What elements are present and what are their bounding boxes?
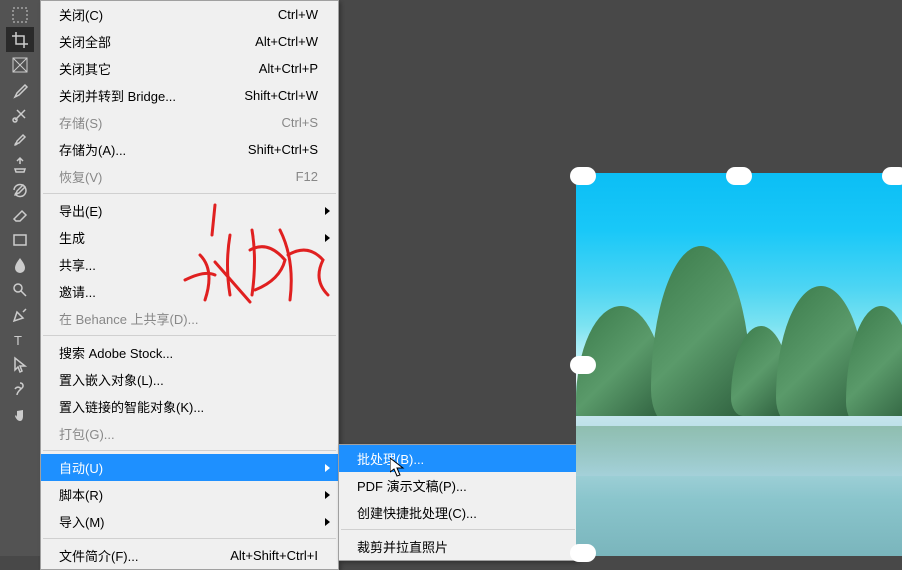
crop-handle-bottom-left[interactable] <box>570 544 596 562</box>
healing-brush-tool-icon[interactable] <box>6 102 34 127</box>
menu-item-label: 共享... <box>59 255 96 274</box>
history-brush-tool-icon[interactable] <box>6 177 34 202</box>
frame-tool-icon[interactable] <box>6 52 34 77</box>
menu-item-12: 在 Behance 上共享(D)... <box>41 305 338 332</box>
menu-separator <box>43 335 336 336</box>
menu-item-shortcut: Shift+Ctrl+W <box>244 88 318 103</box>
menu-item-9[interactable]: 生成 <box>41 224 338 251</box>
menu-item-shortcut: Ctrl+W <box>278 7 318 22</box>
image-canvas[interactable] <box>576 173 902 556</box>
submenu-item-1[interactable]: PDF 演示文稿(P)... <box>339 472 577 499</box>
menu-item-label: 关闭(C) <box>59 5 103 24</box>
menu-item-label: 关闭并转到 Bridge... <box>59 86 176 105</box>
menu-item-15[interactable]: 置入嵌入对象(L)... <box>41 366 338 393</box>
menu-item-label: 脚本(R) <box>59 485 103 504</box>
submenu-arrow-icon <box>325 491 330 499</box>
menu-item-label: 恢复(V) <box>59 167 102 186</box>
menu-item-label: 生成 <box>59 228 85 247</box>
submenu-item-0[interactable]: 批处理(B)... <box>339 445 577 472</box>
crop-handle-top-left[interactable] <box>570 167 596 185</box>
type-tool-icon[interactable]: T <box>6 327 34 352</box>
menu-item-label: 导出(E) <box>59 201 102 220</box>
menu-item-label: 存储为(A)... <box>59 140 126 159</box>
menu-item-label: 自动(U) <box>59 458 103 477</box>
menu-item-shortcut: Alt+Ctrl+W <box>255 34 318 49</box>
menu-item-label: 关闭其它 <box>59 59 111 78</box>
menu-item-label: 在 Behance 上共享(D)... <box>59 309 198 328</box>
blur-tool-icon[interactable] <box>6 252 34 277</box>
menu-item-label: 置入嵌入对象(L)... <box>59 370 164 389</box>
dodge-tool-icon[interactable] <box>6 277 34 302</box>
menu-item-label: 存储(S) <box>59 113 102 132</box>
menu-item-shortcut: Alt+Ctrl+P <box>259 61 318 76</box>
crop-tool-icon[interactable] <box>6 27 34 52</box>
eraser-tool-icon[interactable] <box>6 202 34 227</box>
menu-item-16[interactable]: 置入链接的智能对象(K)... <box>41 393 338 420</box>
crop-handle-top-right[interactable] <box>882 167 902 185</box>
menu-item-11[interactable]: 邀请... <box>41 278 338 305</box>
hand-tool-icon[interactable] <box>6 402 34 427</box>
rectangle-tool-icon[interactable] <box>6 227 34 252</box>
automate-submenu: 批处理(B)... PDF 演示文稿(P)... 创建快捷批处理(C)... 裁剪并拉… <box>338 444 578 561</box>
menu-item-14[interactable]: 搜索 Adobe Stock... <box>41 339 338 366</box>
path-select-tool-icon[interactable] <box>6 352 34 377</box>
menu-item-label: 置入链接的智能对象(K)... <box>59 397 204 416</box>
tool-sidebar: T <box>0 0 40 556</box>
menu-item-2[interactable]: 关闭其它 Alt+Ctrl+P <box>41 55 338 82</box>
menu-item-6: 恢复(V) F12 <box>41 163 338 190</box>
crop-handle-mid-left[interactable] <box>570 356 596 374</box>
menu-item-17: 打包(G)... <box>41 420 338 447</box>
menu-item-shortcut: Ctrl+S <box>282 115 318 130</box>
menu-item-1[interactable]: 关闭全部 Alt+Ctrl+W <box>41 28 338 55</box>
menu-item-label: 邀请... <box>59 282 96 301</box>
crop-handle-top-center[interactable] <box>726 167 752 185</box>
menu-item-shortcut: F12 <box>296 169 318 184</box>
menu-item-shortcut: Shift+Ctrl+S <box>248 142 318 157</box>
menu-item-19[interactable]: 自动(U) <box>41 454 338 481</box>
menu-item-label: 创建快捷批处理(C)... <box>357 503 477 522</box>
menu-item-5[interactable]: 存储为(A)... Shift+Ctrl+S <box>41 136 338 163</box>
brush-tool-icon[interactable] <box>6 127 34 152</box>
submenu-arrow-icon <box>325 464 330 472</box>
menu-item-label: PDF 演示文稿(P)... <box>357 476 467 495</box>
clone-stamp-tool-icon[interactable] <box>6 152 34 177</box>
menu-item-0[interactable]: 关闭(C) Ctrl+W <box>41 1 338 28</box>
svg-text:T: T <box>14 333 22 348</box>
menu-item-label: 裁剪并拉直照片 <box>357 537 448 556</box>
mouse-cursor-icon <box>390 458 406 481</box>
submenu-arrow-icon <box>325 234 330 242</box>
menu-separator <box>341 529 575 530</box>
pen-tool-icon[interactable] <box>6 302 34 327</box>
menu-separator <box>43 538 336 539</box>
landscape-image <box>576 173 902 556</box>
menu-item-21[interactable]: 导入(M) <box>41 508 338 535</box>
marquee-tool-icon[interactable] <box>6 2 34 27</box>
menu-item-8[interactable]: 导出(E) <box>41 197 338 224</box>
menu-item-label: 导入(M) <box>59 512 105 531</box>
menu-item-4: 存储(S) Ctrl+S <box>41 109 338 136</box>
submenu-arrow-icon <box>325 518 330 526</box>
eyedropper-tool-icon[interactable] <box>6 77 34 102</box>
shape-tool-icon[interactable] <box>6 377 34 402</box>
menu-separator <box>43 450 336 451</box>
submenu-item-2[interactable]: 创建快捷批处理(C)... <box>339 499 577 526</box>
menu-item-20[interactable]: 脚本(R) <box>41 481 338 508</box>
menu-separator <box>43 193 336 194</box>
menu-item-label: 关闭全部 <box>59 32 111 51</box>
submenu-arrow-icon <box>325 207 330 215</box>
menu-item-3[interactable]: 关闭并转到 Bridge... Shift+Ctrl+W <box>41 82 338 109</box>
menu-item-label: 搜索 Adobe Stock... <box>59 343 173 362</box>
menu-item-10[interactable]: 共享... <box>41 251 338 278</box>
menu-item-label: 打包(G)... <box>59 424 115 443</box>
file-menu: 关闭(C)Ctrl+W关闭全部Alt+Ctrl+W关闭其它Alt+Ctrl+P关… <box>40 0 339 570</box>
